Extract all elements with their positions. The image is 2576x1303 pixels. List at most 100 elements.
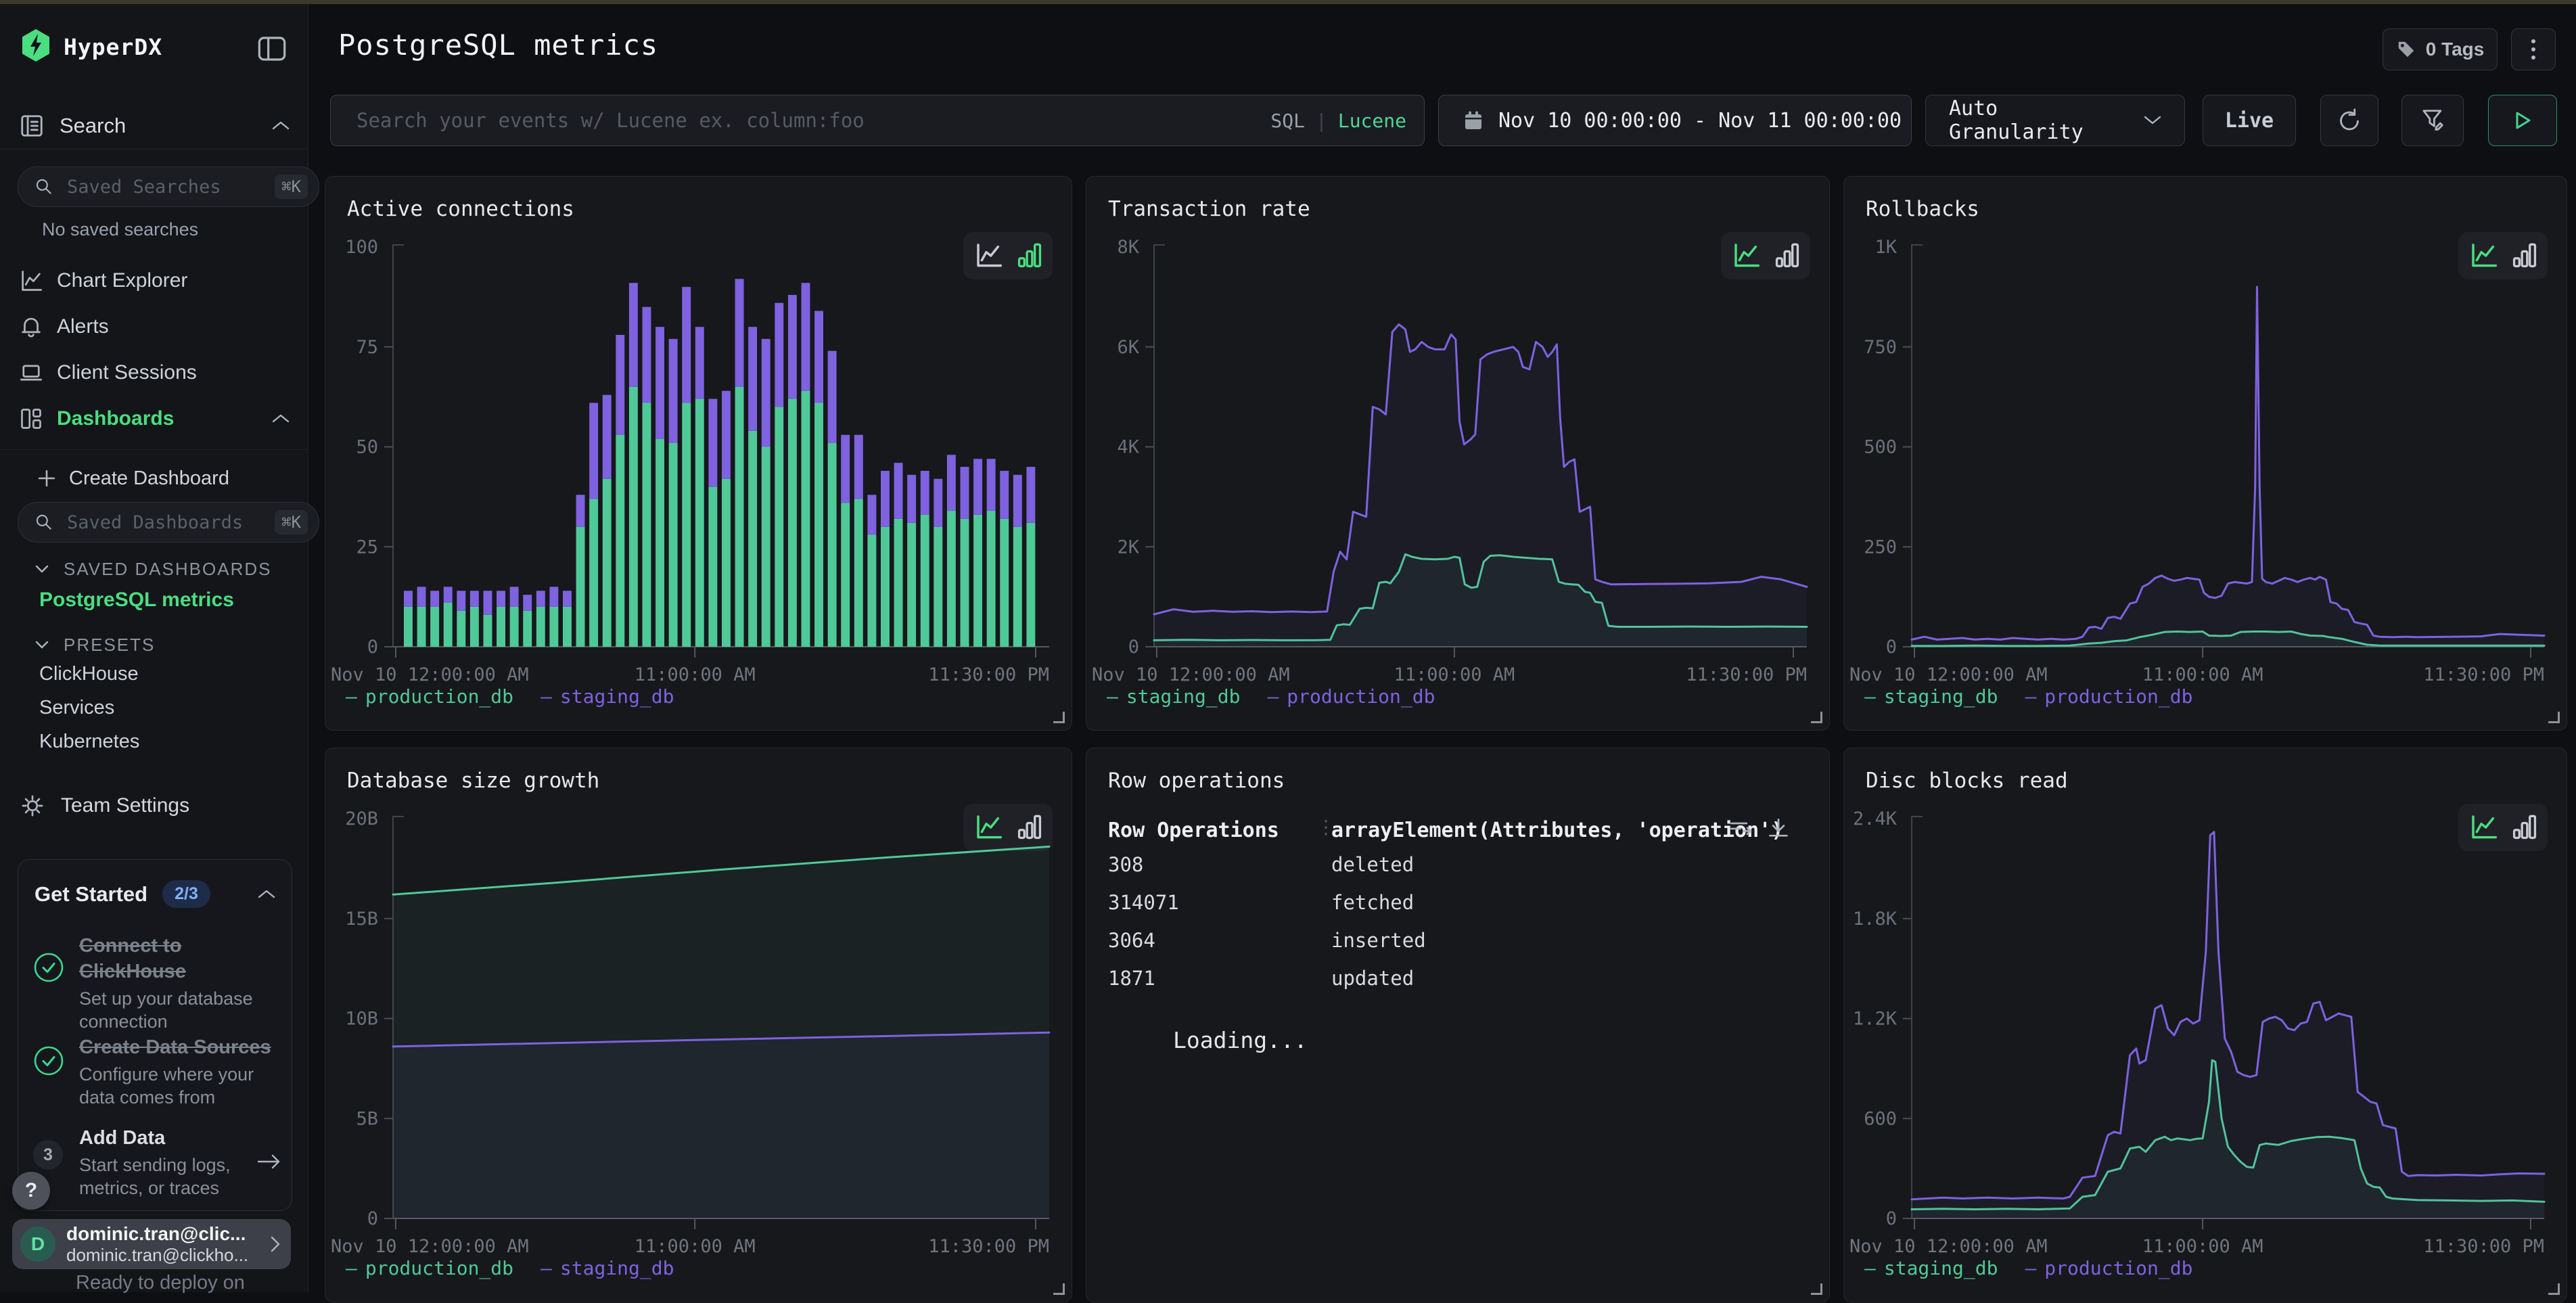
get-started-step-add-data[interactable]: 3 Add Data Start sending logs, metrics, … [33, 1125, 282, 1199]
saved-dashboards-group[interactable]: SAVED DASHBOARDS [35, 559, 271, 580]
plus-icon [38, 470, 55, 487]
svg-text:11:00:00 AM: 11:00:00 AM [635, 664, 756, 685]
column-header-value[interactable]: Row Operations [1108, 819, 1279, 842]
sidebar-item-clickhouse[interactable]: ClickHouse [39, 663, 139, 685]
sidebar-item-kubernetes[interactable]: Kubernetes [39, 731, 139, 753]
line-chart-toggle-icon[interactable] [974, 814, 1004, 841]
saved-searches-input[interactable] [66, 176, 275, 198]
live-button[interactable]: Live [2203, 95, 2296, 146]
svg-text:4K: 4K [1117, 437, 1139, 458]
sidebar-item-chart-explorer[interactable]: Chart Explorer [19, 262, 290, 299]
more-options-button[interactable] [2511, 28, 2556, 70]
create-dashboard-button[interactable]: Create Dashboard [38, 461, 281, 495]
legend-item[interactable]: —production_db [2025, 685, 2192, 708]
table-cell-value[interactable]: 1871 [1108, 967, 1155, 990]
sidebar-item-postgresql-metrics[interactable]: PostgreSQL metrics [39, 589, 234, 612]
bar-chart-toggle-icon[interactable] [2512, 242, 2537, 269]
legend-swatch: — [1267, 685, 1279, 708]
legend-item[interactable]: —staging_db [540, 1257, 674, 1279]
date-range-picker[interactable]: Nov 10 00:00:00 - Nov 11 00:00:00 [1438, 95, 1912, 146]
svg-text:11:30:00 PM: 11:30:00 PM [928, 1236, 1049, 1257]
presets-group[interactable]: PRESETS [35, 635, 155, 656]
bar-chart-toggle-icon[interactable] [1775, 242, 1799, 269]
sidebar-item-client-sessions[interactable]: Client Sessions [19, 355, 290, 391]
bar-chart-toggle-icon[interactable] [1017, 814, 1042, 841]
chart-legend: —production_db —staging_db [346, 1257, 674, 1279]
chevron-up-icon[interactable] [272, 120, 290, 131]
legend-item[interactable]: —production_db [346, 1257, 513, 1279]
legend-label: production_db [1287, 685, 1435, 708]
line-chart-toggle-icon[interactable] [1732, 242, 1762, 269]
legend-swatch: — [1864, 685, 1876, 708]
line-chart-toggle-icon[interactable] [2469, 814, 2499, 841]
table-cell-operation[interactable]: inserted [1331, 929, 1426, 952]
saved-dashboards-input[interactable] [66, 511, 275, 534]
legend-item[interactable]: —staging_db [1864, 1257, 1998, 1279]
refresh-button[interactable] [2320, 95, 2378, 146]
chart-plot: 1007550250Nov 10 12:00:00 AM11:00:00 AM1… [325, 177, 1073, 731]
svg-text:2.4K: 2.4K [1853, 808, 1898, 829]
event-search-input[interactable] [331, 108, 1264, 133]
lucene-toggle[interactable]: Lucene [1338, 110, 1406, 132]
check-circle-icon [33, 1045, 64, 1076]
legend-item[interactable]: — production_db [346, 685, 513, 708]
get-started-step-connect[interactable]: Connect to ClickHouse Set up your databa… [33, 933, 277, 1033]
table-cell-operation[interactable]: updated [1331, 967, 1414, 990]
legend-item[interactable]: — production_db [1267, 685, 1435, 708]
legend-item[interactable]: —staging_db [1107, 685, 1240, 708]
hyperdx-logo-icon[interactable] [20, 28, 51, 62]
sort-rows-icon[interactable] [1729, 819, 1753, 840]
user-menu[interactable]: D dominic.tran@clic... dominic.tran@clic… [12, 1219, 291, 1269]
chart-card-database-size-growth: Database size growth 20B15B10B5B0Nov 10 … [325, 748, 1072, 1302]
legend-label: staging_db [1126, 685, 1241, 708]
legend-item[interactable]: —staging_db [540, 685, 674, 708]
hyperdx-dashboard: { "app": { "name": "HyperDX" }, "colors"… [0, 0, 2576, 1292]
tags-button[interactable]: 0 Tags [2383, 28, 2498, 70]
line-chart-toggle-icon[interactable] [2469, 242, 2499, 269]
resize-handle[interactable] [1053, 712, 1065, 723]
resize-handle[interactable] [1053, 1283, 1065, 1295]
bar-chart-toggle-icon[interactable] [1017, 242, 1042, 269]
sidebar: HyperDX Search ⌘K No saved searches Char… [0, 4, 308, 1292]
run-query-button[interactable] [2488, 95, 2557, 146]
svg-text:0: 0 [367, 1208, 378, 1229]
search-icon [34, 513, 53, 532]
resize-handle[interactable] [2548, 712, 2560, 723]
table-cell-value[interactable]: 3064 [1108, 929, 1155, 952]
table-cell-value[interactable]: 308 [1108, 853, 1143, 876]
download-csv-icon[interactable] [1767, 817, 1790, 840]
sidebar-item-team-settings[interactable]: Team Settings [20, 787, 291, 824]
chart-title: Database size growth [347, 769, 599, 793]
legend-item[interactable]: —staging_db [1864, 685, 1998, 708]
saved-dashboards-search[interactable]: ⌘K [18, 502, 319, 543]
sidebar-item-dashboards[interactable]: Dashboards [19, 401, 290, 437]
table-card-row-operations: Row operations Row Operations ⋮ arrayEle… [1086, 748, 1830, 1302]
table-cell-operation[interactable]: deleted [1331, 853, 1414, 876]
resize-handle[interactable] [1811, 1283, 1822, 1295]
table-cell-operation[interactable]: fetched [1331, 891, 1414, 914]
svg-text:11:30:00 PM: 11:30:00 PM [928, 664, 1049, 685]
sidebar-section-search[interactable]: Search [19, 107, 290, 145]
sql-toggle[interactable]: SQL [1270, 110, 1305, 132]
granularity-select[interactable]: Auto Granularity [1925, 95, 2185, 146]
resize-handle[interactable] [1811, 712, 1822, 723]
filter-button[interactable] [2401, 95, 2464, 146]
table-cell-value[interactable]: 314071 [1108, 891, 1179, 914]
line-chart-toggle-icon[interactable] [974, 242, 1004, 269]
bar-chart-toggle-icon[interactable] [2512, 814, 2537, 841]
column-header-operation[interactable]: arrayElement(Attributes, 'operation') [1331, 819, 1783, 842]
legend-label: production_db [365, 685, 513, 708]
sidebar-item-services[interactable]: Services [39, 697, 114, 719]
chevron-up-icon[interactable] [258, 889, 275, 900]
saved-searches-search[interactable]: ⌘K [18, 166, 319, 207]
get-started-step-datasources[interactable]: Create Data Sources Configure where your… [33, 1034, 277, 1109]
help-button[interactable]: ? [12, 1172, 50, 1210]
collapse-sidebar-icon[interactable] [257, 35, 287, 62]
legend-swatch: — [346, 685, 357, 708]
chevron-up-icon[interactable] [272, 413, 290, 424]
resize-handle[interactable] [2548, 1283, 2560, 1295]
sidebar-item-alerts[interactable]: Alerts [19, 308, 290, 345]
chevron-down-icon [2144, 115, 2161, 126]
svg-text:1.8K: 1.8K [1853, 909, 1898, 930]
legend-item[interactable]: —production_db [2025, 1257, 2192, 1279]
